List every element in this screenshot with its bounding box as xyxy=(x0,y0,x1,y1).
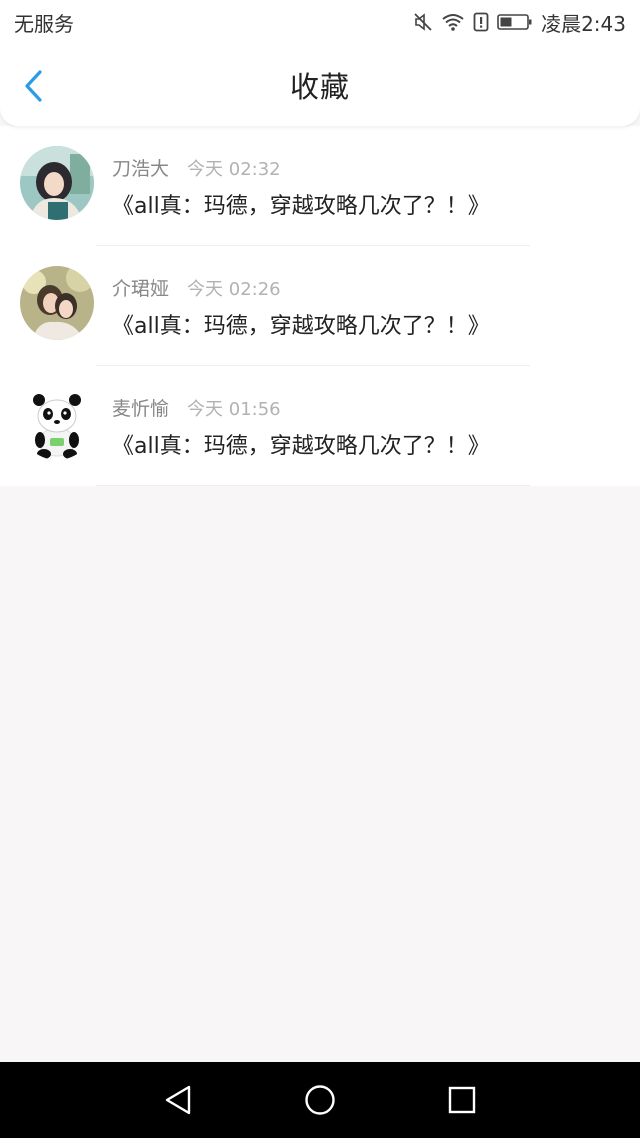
list-item[interactable]: 麦忻愉 今天 01:56 《all真：玛德，穿越攻略几次了？！》 xyxy=(0,366,640,486)
nav-home-button[interactable] xyxy=(249,1062,391,1138)
home-circle-icon xyxy=(305,1085,335,1115)
mute-icon xyxy=(413,12,433,32)
list-item[interactable]: 介珺娅 今天 02:26 《all真：玛德，穿越攻略几次了？！》 xyxy=(0,246,640,366)
favorites-list: 刀浩大 今天 02:32 《all真：玛德，穿越攻略几次了？！》 介珺娅 今天 … xyxy=(0,126,640,486)
clock: 凌晨2:43 xyxy=(541,11,626,36)
recents-square-icon xyxy=(448,1086,476,1114)
timestamp: 今天 02:26 xyxy=(187,279,281,300)
status-bar: 无服务 凌晨2:43 xyxy=(0,0,640,44)
battery-icon xyxy=(497,12,533,32)
wifi-icon xyxy=(441,12,465,32)
author-name: 麦忻愉 xyxy=(112,398,170,420)
top-bar: 收藏 xyxy=(0,44,640,126)
favorite-title[interactable]: 《all真：玛德，穿越攻略几次了？！》 xyxy=(112,188,490,220)
back-button[interactable] xyxy=(14,66,54,106)
alert-icon xyxy=(473,12,489,32)
timestamp: 今天 02:32 xyxy=(187,159,281,180)
chevron-left-icon xyxy=(25,70,42,102)
avatar[interactable] xyxy=(20,386,94,460)
avatar[interactable] xyxy=(20,146,94,220)
timestamp: 今天 01:56 xyxy=(187,399,281,420)
favorite-title[interactable]: 《all真：玛德，穿越攻略几次了？！》 xyxy=(112,428,490,460)
divider xyxy=(96,485,530,486)
nav-back-button[interactable] xyxy=(107,1062,249,1138)
status-icons: 凌晨2:43 xyxy=(413,8,626,37)
nav-recents-button[interactable] xyxy=(391,1062,533,1138)
system-nav-bar xyxy=(0,1062,640,1138)
author-name: 刀浩大 xyxy=(112,158,170,180)
page-title: 收藏 xyxy=(289,70,350,104)
avatar[interactable] xyxy=(20,266,94,340)
favorite-title[interactable]: 《all真：玛德，穿越攻略几次了？！》 xyxy=(112,308,490,340)
carrier-label: 无服务 xyxy=(14,11,74,36)
author-name: 介珺娅 xyxy=(112,278,170,300)
list-item[interactable]: 刀浩大 今天 02:32 《all真：玛德，穿越攻略几次了？！》 xyxy=(0,126,640,246)
back-triangle-icon xyxy=(165,1085,191,1115)
